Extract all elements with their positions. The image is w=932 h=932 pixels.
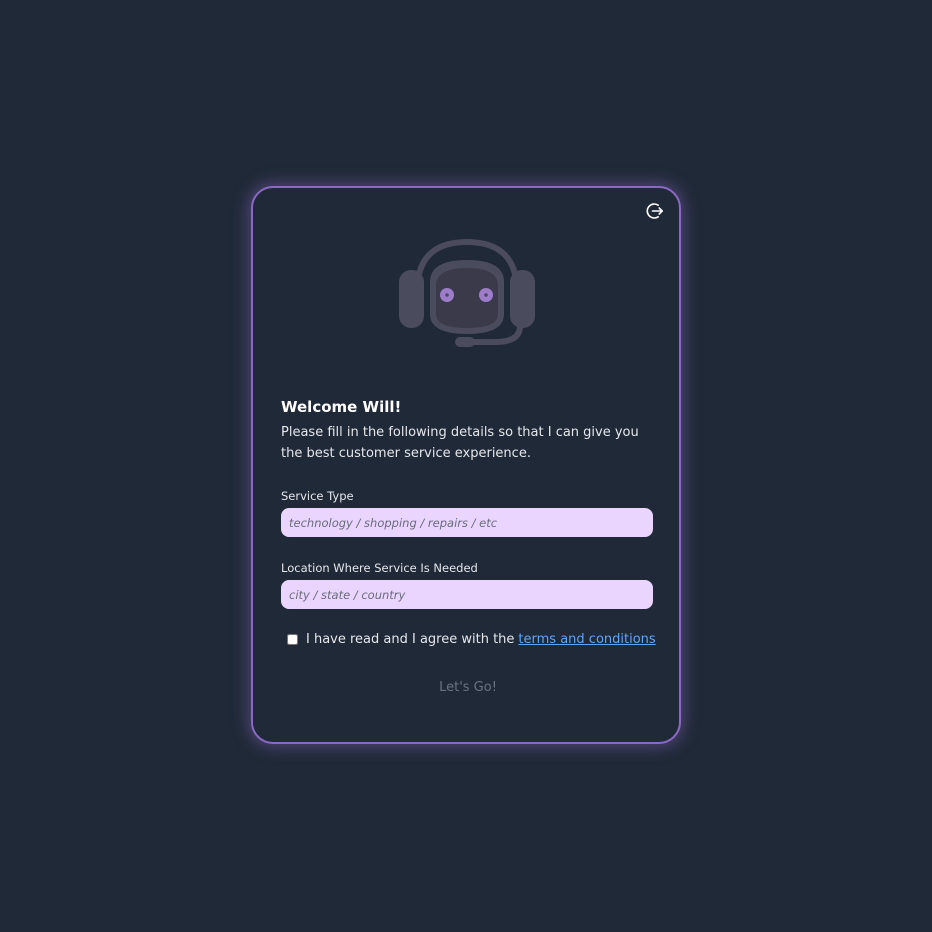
terms-agreement-text: I have read and I agree with the	[306, 632, 515, 647]
logout-icon[interactable]	[645, 201, 665, 221]
terms-agreement: I have read and I agree with the terms a…	[287, 632, 656, 647]
support-bot-avatar-icon	[399, 238, 535, 347]
terms-link[interactable]: terms and conditions	[518, 632, 655, 647]
terms-checkbox[interactable]	[287, 634, 298, 645]
location-label: Location Where Service Is Needed	[281, 561, 478, 575]
onboarding-card: Welcome Will! Please fill in the followi…	[251, 186, 681, 744]
service-type-label: Service Type	[281, 489, 354, 503]
welcome-message: Please fill in the following details so …	[281, 425, 639, 461]
location-input[interactable]	[281, 580, 653, 609]
lets-go-button[interactable]: Let's Go!	[418, 675, 518, 699]
welcome-title: Welcome Will!	[281, 398, 402, 416]
service-type-input[interactable]	[281, 508, 653, 537]
